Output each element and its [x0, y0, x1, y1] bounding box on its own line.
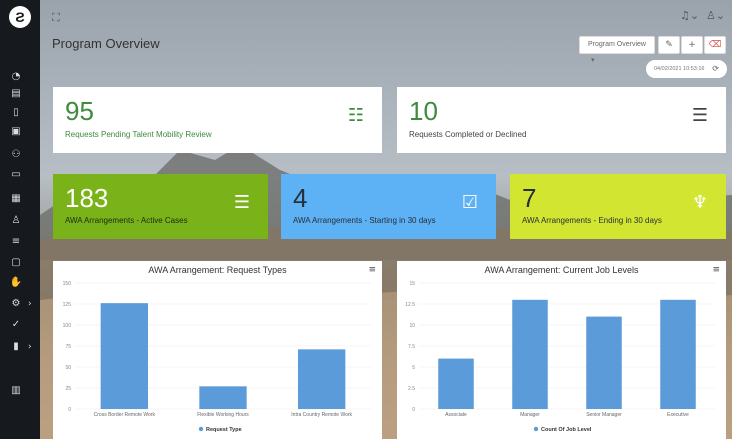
add-button[interactable]: +: [681, 36, 703, 54]
contact-card-icon: ☷: [347, 105, 364, 126]
y-tick-label: 25: [65, 386, 71, 392]
y-tick-label: 75: [65, 344, 71, 350]
y-tick-label: 12.5: [405, 302, 415, 308]
card-value: 183: [65, 183, 109, 213]
program-dropdown[interactable]: Program Overview ▾: [579, 36, 655, 64]
bar: [586, 316, 622, 409]
dashboard-icon[interactable]: ◔: [8, 70, 24, 84]
legend-marker: [198, 426, 204, 432]
bar: [512, 299, 548, 409]
bar: [199, 386, 247, 409]
active-cases-card[interactable]: 183 AWA Arrangements - Active Cases ☰: [53, 174, 268, 239]
x-tick-label: Executive: [667, 412, 689, 418]
notification-bell-icon[interactable]: ♫⌄: [680, 9, 699, 22]
card-value: 4: [293, 183, 308, 213]
app-logo[interactable]: Ƨ: [9, 6, 31, 28]
job-levels-panel: AWA Arrangement: Current Job Levels ≡ 02…: [397, 261, 726, 439]
card-label: AWA Arrangements - Starting in 30 days: [293, 216, 436, 225]
card-label: AWA Arrangements - Ending in 30 days: [522, 216, 662, 225]
contact-book-icon: ☰: [691, 105, 708, 126]
y-tick-label: 10: [409, 323, 415, 329]
legend-label: Request Type: [206, 427, 242, 433]
y-tick-label: 0: [68, 407, 71, 413]
card-label: Requests Pending Talent Mobility Review: [65, 130, 212, 139]
x-tick-label: Flexible Working Hours: [197, 412, 249, 418]
plus-icon: +: [688, 40, 696, 50]
request-types-panel: AWA Arrangement: Request Types ≡ 0 25 50 75…: [53, 261, 382, 439]
calendar-icon[interactable]: ▭: [8, 168, 24, 182]
chevron-right-icon: ›: [28, 299, 32, 309]
team-icon[interactable]: ⚇: [8, 148, 24, 162]
users-icon[interactable]: ♙: [8, 214, 24, 228]
caret-down-icon: ▾: [591, 57, 595, 64]
card-label: AWA Arrangements - Active Cases: [65, 216, 188, 225]
clipboard-icon[interactable]: ▮: [8, 340, 24, 354]
list-icon: ☰: [233, 192, 250, 213]
pending-review-card[interactable]: 95 Requests Pending Talent Mobility Revi…: [53, 87, 382, 153]
bar: [438, 358, 474, 409]
bar: [100, 303, 149, 409]
y-tick-label: 125: [63, 302, 72, 308]
card-value: 10: [409, 96, 438, 126]
shirt-icon: ♆: [691, 192, 708, 213]
y-tick-label: 7.5: [408, 344, 415, 350]
card-value: 7: [522, 183, 537, 213]
sidebar: Ƨ ◔ ▤ ▯ ▣ ⚇ ▭ ▦ ♙ ≡ ▢ ✋ ⚙ › ✓ ▮ › ▥: [0, 0, 40, 439]
expand-icon[interactable]: ⛶: [52, 11, 60, 25]
document-icon[interactable]: ▯: [8, 106, 24, 120]
report-icon[interactable]: ▣: [8, 125, 24, 139]
chevron-right-icon: ›: [28, 342, 32, 352]
list-icon[interactable]: ≡: [8, 235, 24, 249]
request-types-chart: 0 25 50 75 100 125 150 Cross Border Remote Work…: [63, 281, 371, 433]
x-tick-label: Intra Country Remote Work: [291, 412, 352, 418]
x-tick-label: Manager: [520, 412, 540, 418]
x-tick-label: Senior Manager: [586, 412, 622, 418]
refresh-icon[interactable]: ⟳: [712, 60, 719, 78]
database-icon[interactable]: ▤: [8, 87, 24, 101]
last-refreshed-pill: 04/02/2021 10:53:16 ⟳: [646, 60, 727, 78]
job-levels-chart: 0 2.5 5 7.5 10 12.5 15 Associate Manager Senior M…: [405, 281, 715, 433]
y-tick-label: 150: [63, 281, 72, 287]
card-label: Requests Completed or Declined: [409, 130, 527, 139]
ending-30-days-card[interactable]: 7 AWA Arrangements - Ending in 30 days ♆: [510, 174, 726, 239]
user-menu-icon[interactable]: ♙⌄: [706, 9, 725, 22]
y-tick-label: 2.5: [408, 386, 415, 392]
calculator-icon[interactable]: ▥: [8, 384, 24, 398]
calendar-check-icon: ☑: [461, 192, 478, 213]
delete-button[interactable]: ⌫: [704, 36, 726, 54]
starting-30-days-card[interactable]: 4 AWA Arrangements - Starting in 30 days…: [281, 174, 496, 239]
y-tick-label: 0: [412, 407, 415, 413]
legend-label: Count Of Job Level: [541, 427, 592, 433]
completed-declined-card[interactable]: 10 Requests Completed or Declined ☰: [397, 87, 726, 153]
card-value: 95: [65, 96, 94, 126]
page-title: Program Overview: [52, 36, 160, 51]
x-tick-label: Associate: [445, 412, 467, 418]
y-tick-label: 50: [65, 365, 71, 371]
y-tick-label: 100: [63, 323, 72, 329]
legend-marker: [533, 426, 539, 432]
folder-icon[interactable]: ▦: [8, 192, 24, 206]
bar: [297, 349, 346, 409]
program-dropdown-label: Program Overview: [588, 41, 646, 48]
x-tick-label: Cross Border Remote Work: [94, 412, 156, 418]
hand-icon[interactable]: ✋: [8, 276, 24, 290]
edit-button[interactable]: ✎: [658, 36, 680, 54]
bar: [660, 299, 696, 409]
pencil-icon: ✎: [665, 40, 673, 50]
y-tick-label: 15: [409, 281, 415, 287]
trash-icon: ⌫: [708, 40, 722, 50]
y-tick-label: 5: [412, 365, 415, 371]
check-icon[interactable]: ✓: [8, 318, 24, 332]
file-icon[interactable]: ▢: [8, 256, 24, 270]
last-refreshed-time: 04/02/2021 10:53:16: [654, 66, 705, 72]
gear-icon[interactable]: ⚙: [8, 297, 24, 311]
